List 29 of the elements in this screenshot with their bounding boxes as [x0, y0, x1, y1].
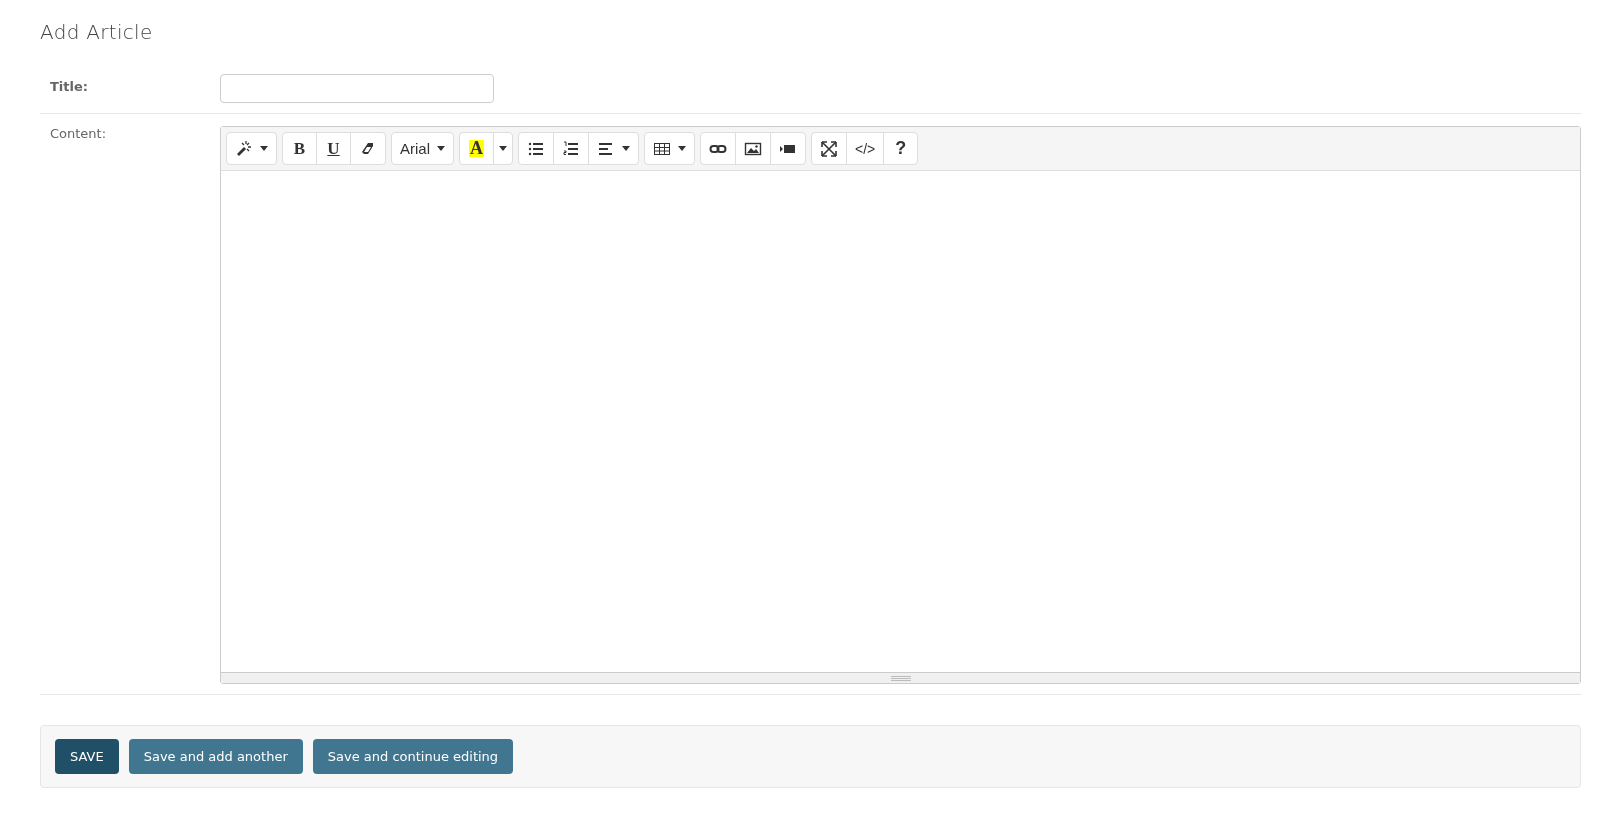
title-input[interactable] [220, 74, 494, 103]
grip-icon [890, 675, 911, 681]
fullscreen-button[interactable] [811, 132, 847, 165]
align-button[interactable] [588, 132, 639, 165]
save-option-button[interactable]: Save and add another [128, 739, 303, 774]
underline-button[interactable]: U [316, 132, 351, 165]
style-button[interactable] [226, 132, 277, 165]
link-button[interactable] [700, 132, 736, 165]
magic-wand-icon [235, 139, 253, 158]
caret-icon [499, 146, 507, 151]
code-view-button[interactable]: </> [846, 132, 885, 165]
picture-button[interactable] [735, 132, 771, 165]
save-option-button[interactable]: Save and continue editing [312, 739, 514, 774]
color-button[interactable]: A [459, 132, 494, 165]
table-button[interactable] [644, 132, 695, 165]
help-button[interactable]: ? [883, 132, 919, 165]
bullet-list-button[interactable] [518, 132, 554, 165]
numbered-list-button[interactable] [553, 132, 589, 165]
numbers-icon [562, 139, 580, 158]
video-button[interactable] [770, 132, 806, 165]
save-button[interactable]: SAVE [55, 739, 119, 774]
clear-format-button[interactable] [350, 132, 386, 165]
bold-button[interactable]: B [282, 132, 317, 165]
page-title: Add Article [40, 20, 153, 44]
field-label: Content: [50, 126, 107, 141]
expand-icon [820, 139, 838, 158]
field-label: Title: [50, 79, 88, 94]
more-colors-button[interactable] [493, 132, 513, 165]
font-button[interactable]: Arial [391, 132, 454, 165]
